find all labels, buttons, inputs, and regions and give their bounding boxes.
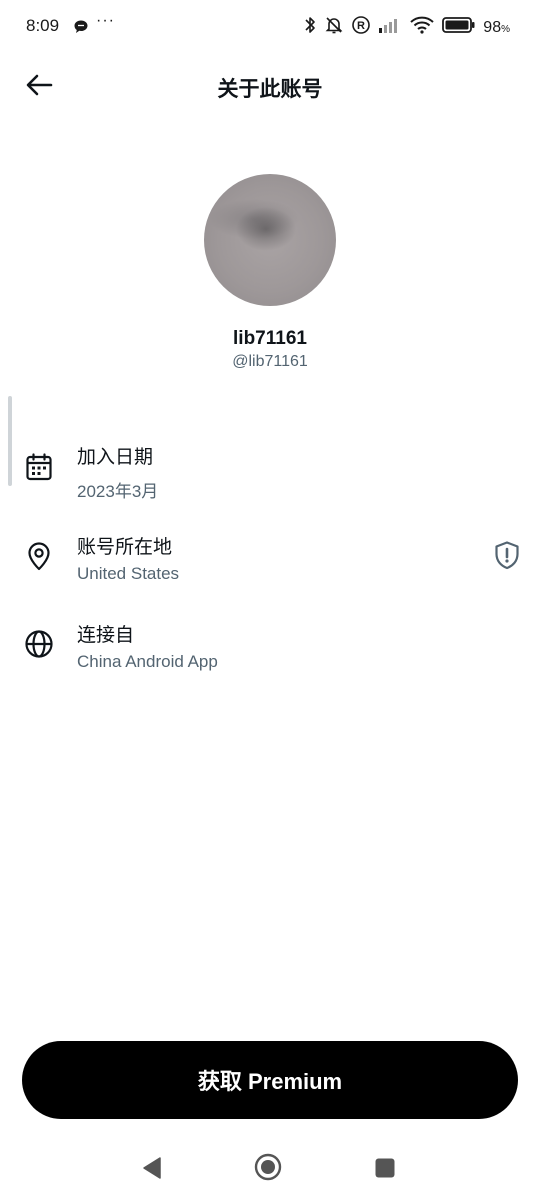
status-bar: 8:09 ··· R 98% xyxy=(0,0,540,56)
battery-percent-value: 98 xyxy=(483,18,502,36)
info-label-account-location: 账号所在地 xyxy=(77,537,173,558)
display-name: lib71161 xyxy=(233,328,307,349)
info-label-join-date: 加入日期 xyxy=(77,447,154,468)
avatar[interactable] xyxy=(204,174,336,306)
info-label-connected-via: 连接自 xyxy=(77,625,135,646)
calendar-icon xyxy=(24,452,54,482)
info-item-join-date: 加入日期 2023年3月 xyxy=(0,440,540,510)
svg-text:R: R xyxy=(357,20,365,32)
info-item-account-location: 账号所在地 United States xyxy=(0,530,540,600)
battery-percent-unit: % xyxy=(501,23,510,35)
nav-home-icon[interactable] xyxy=(254,1153,282,1186)
status-time: 8:09 xyxy=(26,16,60,35)
globe-icon xyxy=(24,629,54,659)
username: @lib71161 xyxy=(232,353,308,370)
info-value-connected-via: China Android App xyxy=(77,652,218,671)
bluetooth-icon xyxy=(303,15,317,40)
nav-back-icon[interactable] xyxy=(141,1156,163,1185)
wifi-icon xyxy=(409,15,435,40)
shield-alert-icon[interactable] xyxy=(493,540,521,570)
battery-icon xyxy=(442,16,476,39)
bell-off-icon xyxy=(324,15,344,40)
signal-icon xyxy=(378,16,402,39)
status-right-group: R 98% xyxy=(303,15,510,40)
location-pin-icon xyxy=(24,540,54,571)
info-value-join-date: 2023年3月 xyxy=(77,482,159,501)
header: 关于此账号 xyxy=(0,56,540,116)
info-item-connected-via: 连接自 China Android App xyxy=(0,618,540,688)
registered-icon: R xyxy=(351,15,371,40)
nav-recents-icon[interactable] xyxy=(374,1157,396,1184)
battery-percent: 98% xyxy=(483,19,510,37)
get-premium-button[interactable]: 获取 Premium xyxy=(22,1041,518,1119)
page-title: 关于此账号 xyxy=(217,78,323,101)
info-value-account-location: United States xyxy=(77,564,180,583)
system-nav-bar xyxy=(0,1140,540,1200)
chat-bubble-icon xyxy=(73,19,89,40)
more-notifications-icon: ··· xyxy=(96,12,115,29)
